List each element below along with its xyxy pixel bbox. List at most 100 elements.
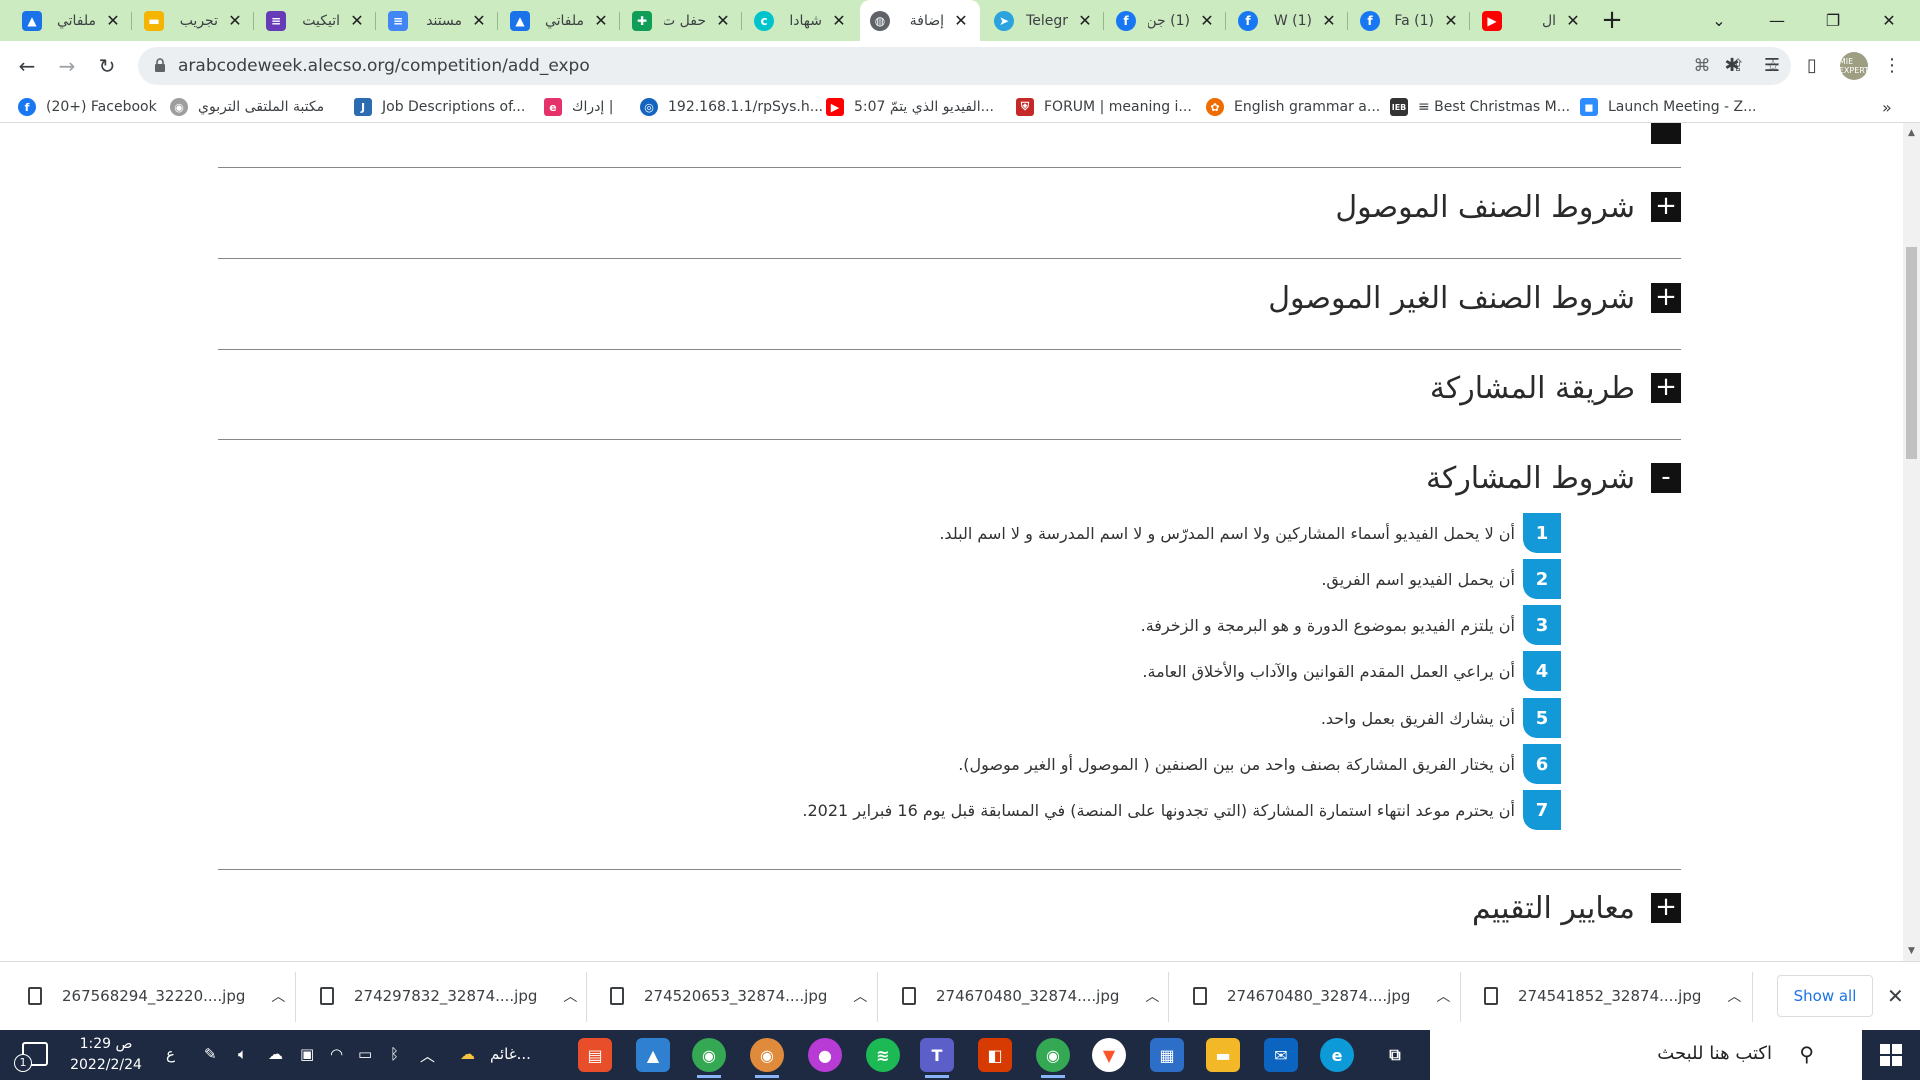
tab-6[interactable]: c شهادا ✕ [744,0,858,41]
download-item[interactable]: 274670480_32874....jpg ︿ [1193,974,1450,1018]
close-icon[interactable]: ✕ [1320,11,1338,30]
close-icon[interactable]: ✕ [714,11,732,30]
weather-text[interactable]: غائم... [490,1045,531,1063]
collapse-icon[interactable]: - [1651,463,1681,493]
close-icon[interactable]: ✕ [1198,11,1216,30]
address-bar[interactable]: arabcodeweek.alecso.org/competition/add_… [138,47,1791,85]
close-icon[interactable]: ✕ [470,11,488,30]
photo-app-icon[interactable]: ● [808,1038,842,1072]
brave-icon[interactable]: ▼ [1092,1038,1126,1072]
chevron-up-icon[interactable]: ︿ [853,986,867,1006]
scroll-up-icon[interactable]: ▲ [1903,125,1920,142]
weather-icon[interactable]: ☁ [460,1045,475,1063]
chevron-up-icon[interactable]: ︿ [1727,986,1741,1006]
bookmark-item[interactable]: J Job Descriptions of... [354,96,525,118]
spotify-icon[interactable]: ≋ [866,1038,900,1072]
bookmark-item[interactable]: e إدراك | [544,96,614,118]
close-icon[interactable]: ✕ [226,11,244,30]
chrome-profile-icon[interactable]: ◉ [750,1038,784,1078]
task-view-icon[interactable]: ⧉ [1378,1038,1412,1072]
scroll-down-icon[interactable]: ▼ [1903,943,1920,960]
close-icon[interactable]: ✕ [1442,11,1460,30]
close-icon[interactable]: ✕ [1076,11,1094,30]
download-item[interactable]: 267568294_32220....jpg ︿ [28,974,285,1018]
expand-icon[interactable]: + [1651,373,1681,403]
tab-2[interactable]: ≡ اتيكيت ✕ [256,0,376,41]
onedrive-icon[interactable]: ☁ [268,1045,283,1063]
expand-icon[interactable]: + [1651,893,1681,923]
bookmark-item[interactable]: ✿ English grammar a... [1206,96,1380,118]
minimize-icon[interactable]: — [1752,0,1802,41]
tab-10[interactable]: f (1) W ✕ [1228,0,1348,41]
reload-icon[interactable]: ↻ [92,51,122,81]
chrome-icon[interactable]: ◉ [692,1038,726,1078]
expand-icon[interactable]: + [1651,192,1681,222]
download-item[interactable]: 274670480_32874....jpg ︿ [902,974,1159,1018]
bookmark-item[interactable]: ◉ مكتبة الملتقى التربوي [170,96,324,118]
language-indicator[interactable]: ع [166,1045,175,1063]
close-icon[interactable]: ✕ [592,11,610,30]
accordion-connected-category[interactable]: + شروط الصنف الموصول [1335,187,1681,227]
accordion-header-partial[interactable] [1651,123,1681,149]
new-tab-button[interactable]: + [1598,7,1626,35]
file-explorer-icon[interactable]: ▬ [1206,1038,1240,1072]
tab-8[interactable]: ➤ Telegr ✕ [984,0,1104,41]
notification-center-icon[interactable]: 1 [14,1042,48,1072]
tab-1[interactable]: ▬ تجريب ✕ [134,0,254,41]
translate-icon[interactable]: ⌘ [1691,56,1713,78]
bookmark-item[interactable]: ◼ Launch Meeting - Z... [1580,96,1756,118]
chevron-up-icon[interactable]: ︿ [271,986,285,1006]
chevron-up-icon[interactable]: ︿ [1145,986,1159,1006]
edge-icon[interactable]: e [1320,1038,1354,1072]
close-icon[interactable]: ✕ [104,11,122,30]
tab-0[interactable]: ▲ ملفاتي ✕ [12,0,132,41]
tab-7-active[interactable]: ◍ إضافة ✕ [860,0,980,41]
url-text[interactable]: arabcodeweek.alecso.org/competition/add_… [178,56,590,76]
back-icon[interactable]: ← [12,51,42,81]
page-scrollbar[interactable]: ▲ ▼ [1903,123,1920,961]
scrollbar-thumb[interactable] [1906,247,1917,459]
accordion-evaluation-criteria[interactable]: + معايير التقييم [1472,888,1681,928]
teams-icon[interactable]: T [920,1038,954,1078]
side-panel-icon[interactable]: ▯ [1800,55,1824,79]
bookmark-item[interactable]: ⛨ FORUM | meaning i... [1016,96,1192,118]
forward-icon[interactable]: → [52,51,82,81]
tab-3[interactable]: ≡ مستند ✕ [378,0,498,41]
pen-icon[interactable]: ✎ [204,1045,217,1063]
expand-icon[interactable]: + [1651,283,1681,313]
close-icon[interactable]: ✕ [952,11,970,30]
tab-11[interactable]: f (1) Fa ✕ [1350,0,1470,41]
close-icon[interactable]: ✕ [348,11,366,30]
reading-list-icon[interactable]: ☰ [1760,55,1784,79]
bookmarks-overflow-icon[interactable]: » [1882,96,1892,118]
tab-12[interactable]: ▶ ال ✕ [1472,0,1592,41]
tab-search-icon[interactable]: ⌄ [1694,0,1744,41]
avatar[interactable]: MIE EXPERT [1839,52,1869,80]
taskbar-search[interactable]: ⚲ اكتب هنا للبحث [1430,1030,1862,1080]
store-icon[interactable]: ▦ [1150,1038,1184,1072]
download-item[interactable]: 274297832_32874....jpg ︿ [320,974,577,1018]
show-all-button[interactable]: Show all [1777,975,1873,1017]
meet-icon[interactable]: ▣ [300,1045,314,1063]
chevron-up-icon[interactable]: ︿ [563,986,577,1006]
bookmark-item[interactable]: ▶ 5:07 الفيديو الذي يتمّ... [826,96,994,118]
battery-icon[interactable]: ▭ [358,1045,372,1063]
menu-icon[interactable]: ⋮ [1880,55,1904,79]
tab-5[interactable]: ✚ حفل ت ✕ [622,0,742,41]
chevron-up-icon[interactable]: ︿ [1436,986,1450,1006]
bluetooth-icon[interactable]: ᛒ [390,1045,399,1063]
photos-icon[interactable]: ▲ [636,1038,670,1072]
tab-9[interactable]: f (1) جن ✕ [1106,0,1226,41]
bookmark-item[interactable]: f (20+) Facebook [18,96,157,118]
toggle-icon[interactable] [1651,123,1681,144]
close-window-icon[interactable]: ✕ [1864,0,1914,41]
restore-icon[interactable]: ❐ [1808,0,1858,41]
download-item[interactable]: 274520653_32874....jpg ︿ [610,974,867,1018]
bookmark-item[interactable]: IEB ≡ Best Christmas M... [1390,96,1570,118]
wifi-icon[interactable]: ◠ [330,1045,343,1063]
tab-4[interactable]: ▲ ملفاتي ✕ [500,0,620,41]
download-item[interactable]: 274541852_32874....jpg ︿ [1484,974,1741,1018]
accordion-unconnected-category[interactable]: + شروط الصنف الغير الموصول [1268,278,1681,318]
close-icon[interactable]: ✕ [1564,11,1582,30]
accordion-participation-method[interactable]: + طريقة المشاركة [1430,368,1681,408]
